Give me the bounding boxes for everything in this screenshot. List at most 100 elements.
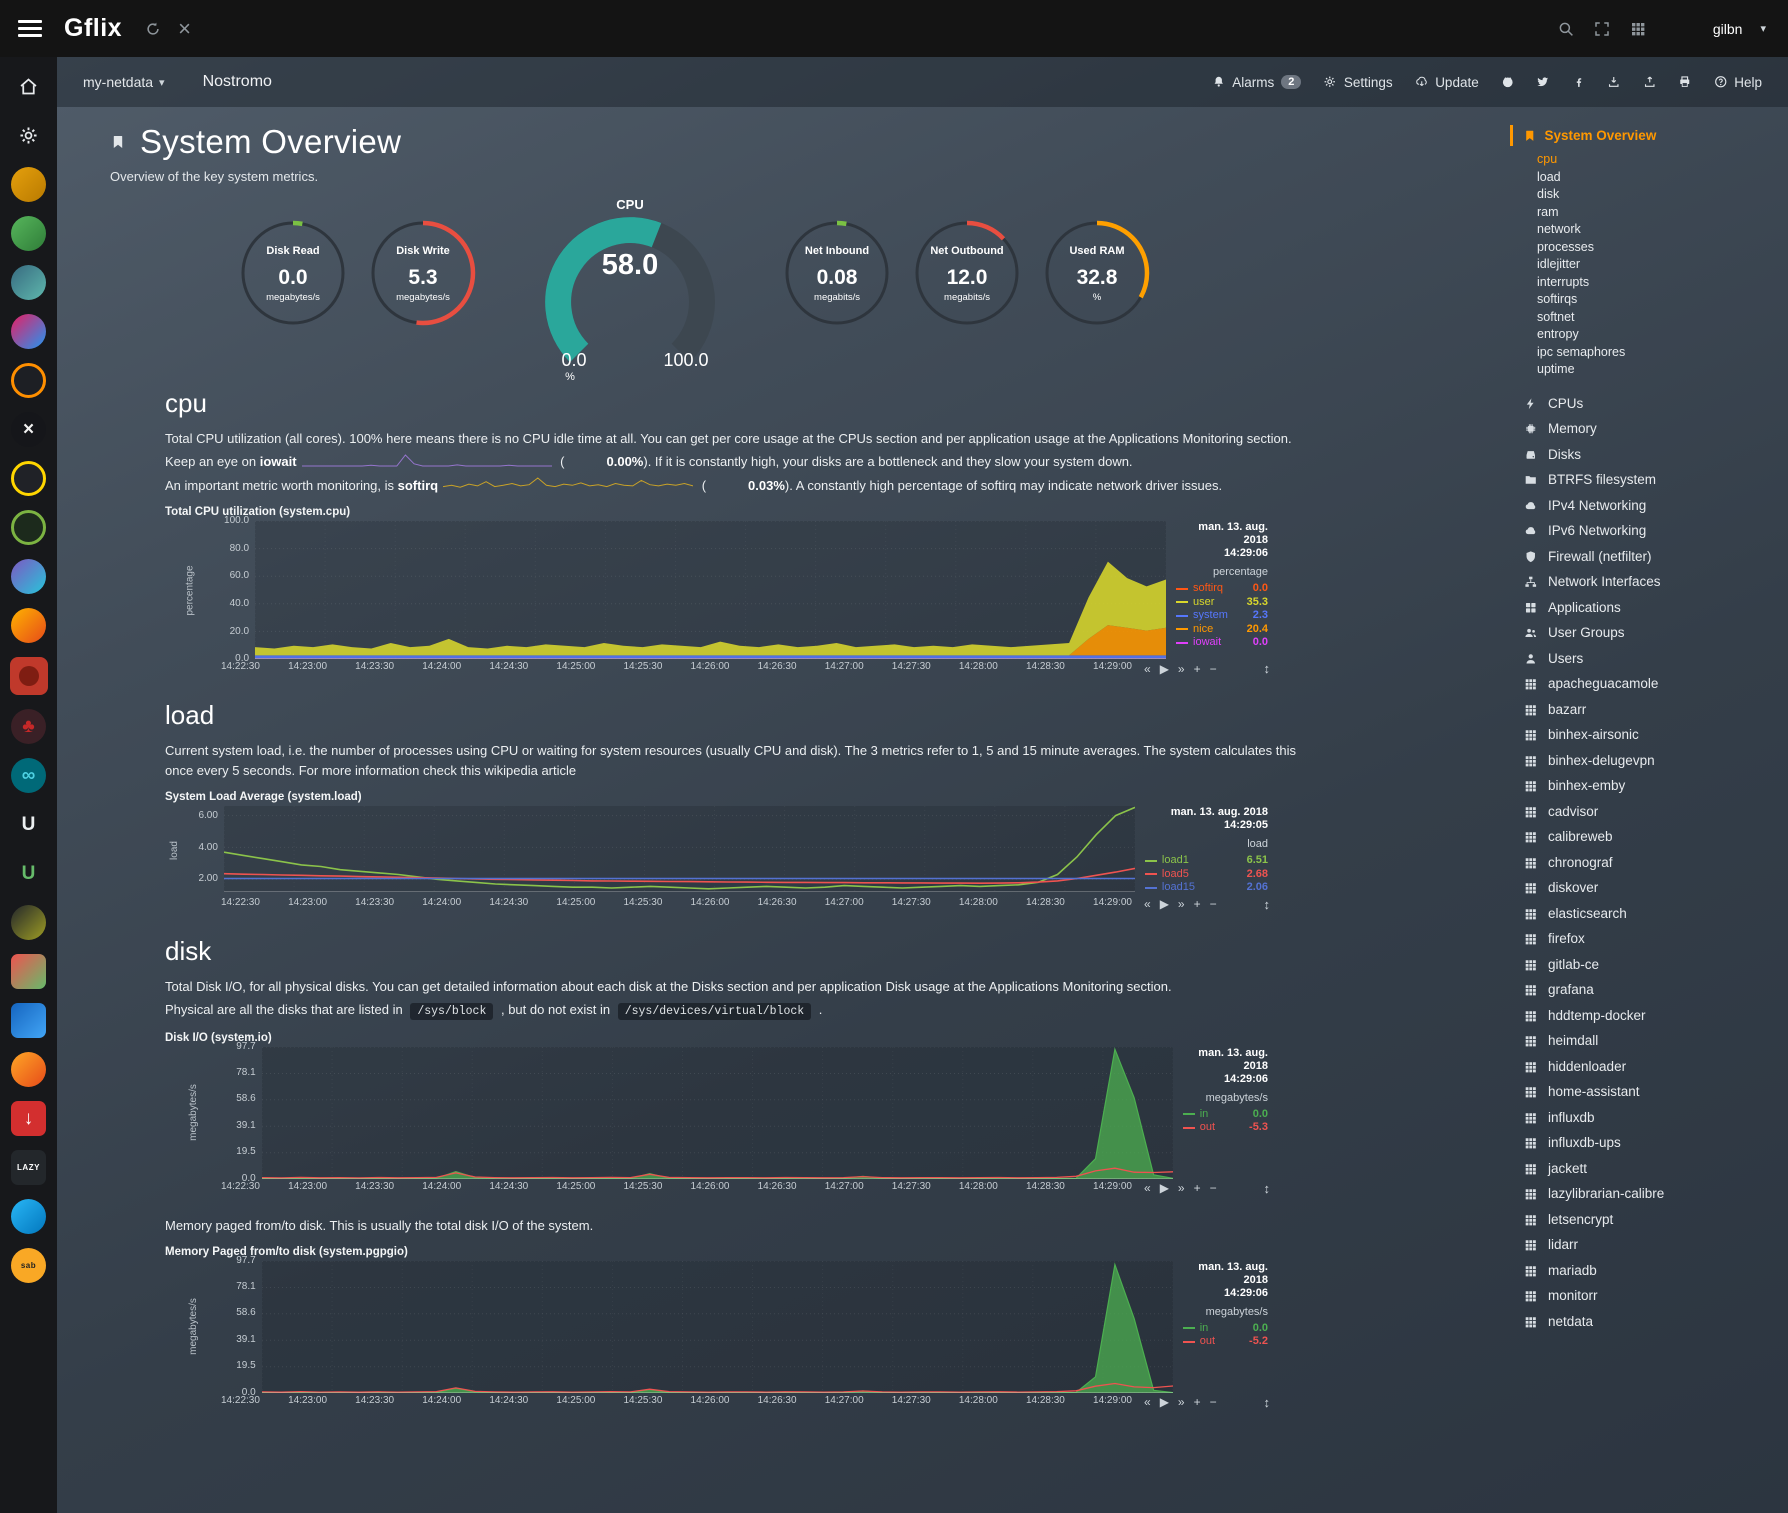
app-red-download-tile[interactable]: ↓: [11, 1101, 46, 1136]
menu-app-hiddenloader[interactable]: hiddenloader: [1510, 1054, 1788, 1080]
chart-plot-area[interactable]: [224, 806, 1135, 892]
chart-zoom-in-button[interactable]: +: [1194, 1395, 1201, 1409]
menu-app-netdata[interactable]: netdata: [1510, 1309, 1788, 1335]
menu-app-grafana[interactable]: grafana: [1510, 977, 1788, 1003]
chart-zoom-in-button[interactable]: +: [1194, 897, 1201, 911]
menu-section-user-groups[interactable]: User Groups: [1510, 620, 1788, 646]
legend-user[interactable]: user35.3: [1176, 596, 1268, 610]
legend-nice[interactable]: nice20.4: [1176, 623, 1268, 637]
menu-app-binhex-delugevpn[interactable]: binhex-delugevpn: [1510, 748, 1788, 774]
menu-section-btrfs-filesystem[interactable]: BTRFS filesystem: [1510, 467, 1788, 493]
gauge-cpu[interactable]: CPU 58.0 0.0 100.0 %: [524, 196, 736, 382]
menu-app-heimdall[interactable]: heimdall: [1510, 1028, 1788, 1054]
chart-zoom-in-button[interactable]: +: [1194, 1181, 1201, 1195]
chart-plot-area[interactable]: [262, 1047, 1173, 1179]
chart-plot-area[interactable]: [262, 1261, 1173, 1393]
search-icon[interactable]: [1557, 20, 1575, 38]
menu-app-calibreweb[interactable]: calibreweb: [1510, 824, 1788, 850]
menu-sub-disk[interactable]: disk: [1510, 186, 1788, 204]
menu-sub-processes[interactable]: processes: [1510, 239, 1788, 257]
app-white-u[interactable]: U: [11, 807, 46, 842]
menu-app-influxdb[interactable]: influxdb: [1510, 1105, 1788, 1131]
menu-section-firewall-netfilter-[interactable]: Firewall (netfilter): [1510, 544, 1788, 570]
gauge-net-outbound[interactable]: Net Outbound 12.0 megabits/s: [912, 218, 1022, 328]
menu-app-chronograf[interactable]: chronograf: [1510, 850, 1788, 876]
menu-app-diskover[interactable]: diskover: [1510, 875, 1788, 901]
update-button[interactable]: Update: [1415, 75, 1479, 90]
legend-out[interactable]: out-5.3: [1183, 1121, 1268, 1135]
download-icon[interactable]: [1607, 75, 1621, 89]
chart-play-button[interactable]: ▶: [1160, 662, 1169, 676]
github-icon[interactable]: [1501, 75, 1515, 89]
gauge-disk-read[interactable]: Disk Read 0.0 megabytes/s: [238, 218, 348, 328]
legend-load15[interactable]: load152.06: [1145, 881, 1268, 895]
user-avatar[interactable]: [1665, 14, 1695, 44]
legend-load1[interactable]: load16.51: [1145, 854, 1268, 868]
menu-app-elasticsearch[interactable]: elasticsearch: [1510, 901, 1788, 927]
chart-resize-handle[interactable]: ↕: [1264, 1181, 1271, 1196]
menu-sub-interrupts[interactable]: interrupts: [1510, 274, 1788, 292]
chart-pan-right-button[interactable]: »: [1178, 1181, 1185, 1195]
app-orange-circle[interactable]: [11, 167, 46, 202]
gauge-used-ram[interactable]: Used RAM 32.8 %: [1042, 218, 1152, 328]
legend-load5[interactable]: load52.68: [1145, 868, 1268, 882]
chart-play-button[interactable]: ▶: [1160, 1181, 1169, 1195]
chart-play-button[interactable]: ▶: [1160, 897, 1169, 911]
app-cyan-circle[interactable]: ∞: [11, 758, 46, 793]
menu-section-memory[interactable]: Memory: [1510, 416, 1788, 442]
menu-sub-idlejitter[interactable]: idlejitter: [1510, 256, 1788, 274]
legend-softirq[interactable]: softirq0.0: [1176, 582, 1268, 596]
home-button[interactable]: [11, 69, 46, 104]
chart-zoom-in-button[interactable]: +: [1194, 662, 1201, 676]
menu-section-cpus[interactable]: CPUs: [1510, 391, 1788, 417]
chart-load[interactable]: System Load Average (system.load) load 2…: [165, 791, 1270, 912]
menu-sub-ram[interactable]: ram: [1510, 204, 1788, 222]
app-green-circle[interactable]: [11, 216, 46, 251]
twitter-icon[interactable]: [1536, 75, 1550, 89]
menu-app-hddtemp-docker[interactable]: hddtemp-docker: [1510, 1003, 1788, 1029]
app-lazy-badge[interactable]: LAZY: [11, 1150, 46, 1185]
menu-sub-softirqs[interactable]: softirqs: [1510, 291, 1788, 309]
print-icon[interactable]: [1678, 75, 1692, 89]
menu-section-network-interfaces[interactable]: Network Interfaces: [1510, 569, 1788, 595]
menu-app-lidarr[interactable]: lidarr: [1510, 1232, 1788, 1258]
app-flame-circle[interactable]: [11, 608, 46, 643]
chart-zoom-out-button[interactable]: −: [1210, 1395, 1217, 1409]
chart-zoom-out-button[interactable]: −: [1210, 897, 1217, 911]
upload-icon[interactable]: [1643, 75, 1657, 89]
menu-section-applications[interactable]: Applications: [1510, 595, 1788, 621]
menu-sub-ipc-semaphores[interactable]: ipc semaphores: [1510, 344, 1788, 362]
chart-pgpgio[interactable]: Memory Paged from/to disk (system.pgpgio…: [165, 1246, 1270, 1410]
app-fox-circle[interactable]: [11, 1052, 46, 1087]
chart-pan-right-button[interactable]: »: [1178, 662, 1185, 676]
app-green-ring[interactable]: [11, 510, 46, 545]
alarms-button[interactable]: Alarms2: [1212, 75, 1302, 90]
app-olive-circle[interactable]: [11, 905, 46, 940]
menu-sub-softnet[interactable]: softnet: [1510, 309, 1788, 327]
chart-cpu[interactable]: Total CPU utilization (system.cpu) perce…: [165, 506, 1270, 676]
app-drop-circle[interactable]: [11, 1199, 46, 1234]
chart-zoom-out-button[interactable]: −: [1210, 1181, 1217, 1195]
chart-pan-right-button[interactable]: »: [1178, 897, 1185, 911]
chart-play-button[interactable]: ▶: [1160, 1395, 1169, 1409]
menu-app-bazarr[interactable]: bazarr: [1510, 697, 1788, 723]
menu-app-cadvisor[interactable]: cadvisor: [1510, 799, 1788, 825]
menu-app-monitorr[interactable]: monitorr: [1510, 1283, 1788, 1309]
settings-button[interactable]: [11, 118, 46, 153]
facebook-icon[interactable]: [1572, 75, 1586, 89]
app-redgreen-tile[interactable]: [11, 954, 46, 989]
chart-disk[interactable]: Disk I/O (system.io) megabytes/s 0.019.5…: [165, 1032, 1270, 1196]
menu-app-home-assistant[interactable]: home-assistant: [1510, 1079, 1788, 1105]
app-multicolor-circle[interactable]: [11, 314, 46, 349]
chart-pan-left-button[interactable]: «: [1144, 897, 1151, 911]
menu-section-ipv6-networking[interactable]: IPv6 Networking: [1510, 518, 1788, 544]
username[interactable]: gilbn: [1713, 21, 1743, 37]
app-sab-circle[interactable]: sab: [11, 1248, 46, 1283]
menu-section-disks[interactable]: Disks: [1510, 442, 1788, 468]
menu-sub-load[interactable]: load: [1510, 169, 1788, 187]
menu-app-letsencrypt[interactable]: letsencrypt: [1510, 1207, 1788, 1233]
menu-app-firefox[interactable]: firefox: [1510, 926, 1788, 952]
user-caret-icon[interactable]: ▾: [1760, 22, 1766, 35]
app-yellow-ring[interactable]: [11, 461, 46, 496]
app-teal-circle[interactable]: [11, 265, 46, 300]
